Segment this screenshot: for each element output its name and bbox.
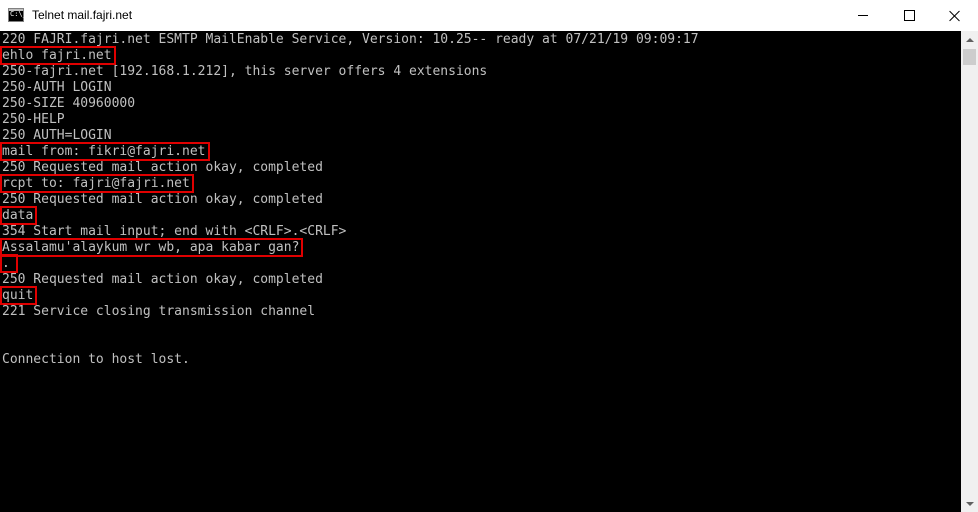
console-line: 250 Requested mail action okay, complete… <box>2 192 323 207</box>
cmd-icon-text: C:\_ <box>10 10 27 18</box>
console-line: 221 Service closing transmission channel <box>2 304 316 319</box>
maximize-icon <box>903 10 915 21</box>
console-line: rcpt to: fajri@fajri.net <box>2 176 190 191</box>
vertical-scrollbar[interactable] <box>961 31 978 512</box>
scroll-up-button[interactable] <box>961 31 978 48</box>
console-line: Assalamu'alaykum wr wb, apa kabar gan? <box>2 240 300 255</box>
console-lines: 220 FAJRI.fajri.net ESMTP MailEnable Ser… <box>2 32 699 368</box>
console-line: 250 AUTH=LOGIN <box>2 128 112 143</box>
console-line: 354 Start mail input; end with <CRLF>.<C… <box>2 224 347 239</box>
console-line: ehlo fajri.net <box>2 48 112 63</box>
console-line: . <box>2 256 10 271</box>
console-line: 250-AUTH LOGIN <box>2 80 112 95</box>
chevron-up-icon <box>965 37 974 42</box>
console-line: Connection to host lost. <box>2 352 190 367</box>
minimize-button[interactable] <box>840 0 886 31</box>
close-button[interactable] <box>932 0 978 31</box>
console-line: data <box>2 208 34 223</box>
minimize-icon <box>858 15 868 16</box>
console-line: 250-SIZE 40960000 <box>2 96 136 111</box>
maximize-button[interactable] <box>886 0 932 31</box>
scroll-down-button[interactable] <box>961 495 978 512</box>
cmd-icon[interactable]: C:\_ <box>8 8 27 22</box>
console-line: 250-HELP <box>2 112 65 127</box>
console-line: 250-fajri.net [192.168.1.212], this serv… <box>2 64 488 79</box>
console-line: 250 Requested mail action okay, complete… <box>2 272 323 287</box>
console-line: 220 FAJRI.fajri.net ESMTP MailEnable Ser… <box>2 32 699 47</box>
console-line: 250 Requested mail action okay, complete… <box>2 160 323 175</box>
telnet-window: C:\_ Telnet mail.fajri.net 220 FAJRI.faj… <box>0 0 978 512</box>
title-bar[interactable]: C:\_ Telnet mail.fajri.net <box>0 0 978 31</box>
scroll-thumb[interactable] <box>963 49 976 65</box>
window-title: Telnet mail.fajri.net <box>32 8 133 22</box>
chevron-down-icon <box>965 501 974 506</box>
close-icon <box>949 10 961 22</box>
console-line: mail from: fikri@fajri.net <box>2 144 206 159</box>
console-line: quit <box>2 288 34 303</box>
console-output[interactable]: 220 FAJRI.fajri.net ESMTP MailEnable Ser… <box>0 31 961 512</box>
